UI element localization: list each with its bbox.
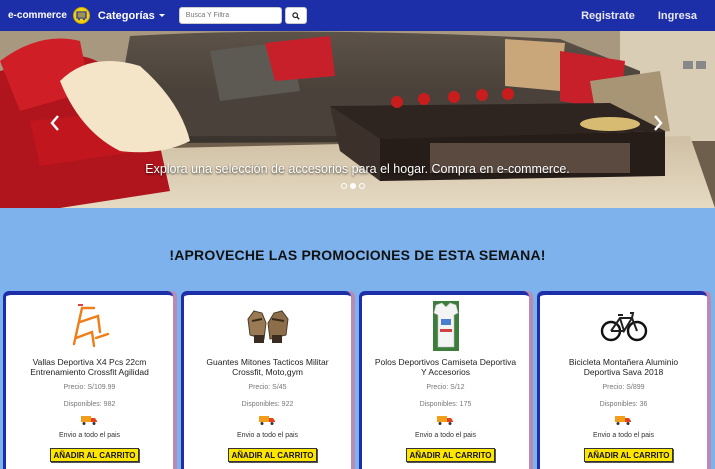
chevron-left-icon (50, 115, 59, 131)
search-input[interactable] (178, 7, 282, 24)
product-card: Polos Deportivos Camiseta Deportiva Y Ac… (362, 291, 529, 469)
hero-carousel[interactable]: Explora una selección de accesorios para… (0, 31, 715, 208)
product-price: Precio: S/109.99 (63, 384, 116, 391)
product-image[interactable] (362, 301, 529, 351)
brand[interactable]: e-commerce (8, 7, 90, 24)
product-price: Precio: S/45 (248, 384, 287, 391)
carousel-prev-button[interactable] (48, 113, 62, 133)
carousel-indicator[interactable] (359, 183, 365, 189)
chevron-right-icon (654, 115, 663, 131)
product-availability: Disponibles: 922 (241, 401, 294, 408)
register-link[interactable]: Registrate (581, 10, 635, 22)
carousel-indicator[interactable] (341, 183, 347, 189)
login-link[interactable]: Ingresa (658, 10, 697, 22)
cart-logo-icon[interactable] (72, 7, 90, 24)
search-icon (292, 11, 300, 20)
promo-title: !APROVECHE LAS PROMOCIONES DE ESTA SEMAN… (169, 247, 546, 263)
product-image[interactable] (184, 301, 351, 351)
living-room-image (0, 31, 715, 208)
product-availability: Disponibles: 175 (419, 401, 472, 408)
truck-icon (81, 416, 97, 425)
categories-label[interactable]: Categorías (98, 10, 155, 22)
categories-dropdown[interactable]: Categorías (98, 10, 165, 22)
add-to-cart-button[interactable]: AÑADIR AL CARRITO (584, 448, 673, 462)
carousel-next-button[interactable] (651, 113, 665, 133)
product-availability: Disponibles: 982 (63, 401, 116, 408)
add-to-cart-button[interactable]: AÑADIR AL CARRITO (50, 448, 139, 462)
shipping-text: Envio a todo el pais (58, 432, 121, 439)
product-image[interactable] (540, 301, 707, 351)
truck-icon (259, 416, 275, 425)
shipping-text: Envio a todo el pais (592, 432, 655, 439)
product-title[interactable]: Bicicleta Montañera Aluminio Deportiva S… (550, 357, 697, 377)
product-image[interactable] (6, 301, 173, 351)
product-price: Precio: S/899 (602, 384, 645, 391)
caret-down-icon (158, 14, 165, 17)
shirt-icon (432, 301, 459, 351)
carousel-caption: Explora una selección de accesorios para… (145, 162, 570, 176)
truck-icon (615, 416, 631, 425)
product-card: Guantes Mitones Tacticos Militar Crossfi… (184, 291, 351, 469)
shipping-text: Envio a todo el pais (414, 432, 477, 439)
add-to-cart-button[interactable]: AÑADIR AL CARRITO (406, 448, 495, 462)
bicycle-icon (600, 312, 647, 342)
carousel-indicator-active[interactable] (350, 183, 356, 189)
truck-icon (437, 416, 453, 425)
search-button[interactable] (284, 7, 307, 24)
add-to-cart-button[interactable]: AÑADIR AL CARRITO (228, 448, 317, 462)
hurdle-icon (72, 304, 109, 348)
product-price: Precio: S/12 (426, 384, 465, 391)
nav-right: Registrate Ingresa (581, 10, 715, 22)
shipping-text: Envio a todo el pais (236, 432, 299, 439)
product-card: Vallas Deportiva X4 Pcs 22cm Entrenamien… (6, 291, 173, 469)
product-title[interactable]: Vallas Deportiva X4 Pcs 22cm Entrenamien… (16, 357, 163, 377)
product-card: Bicicleta Montañera Aluminio Deportiva S… (540, 291, 707, 469)
brand-name[interactable]: e-commerce (8, 10, 67, 21)
product-title[interactable]: Polos Deportivos Camiseta Deportiva Y Ac… (372, 357, 519, 377)
product-availability: Disponibles: 36 (599, 401, 648, 408)
navbar: e-commerce Categorías Registrate Ingresa (0, 0, 715, 31)
product-title[interactable]: Guantes Mitones Tacticos Militar Crossfi… (194, 357, 341, 377)
carousel-indicators (341, 183, 365, 189)
gloves-icon (246, 310, 289, 343)
